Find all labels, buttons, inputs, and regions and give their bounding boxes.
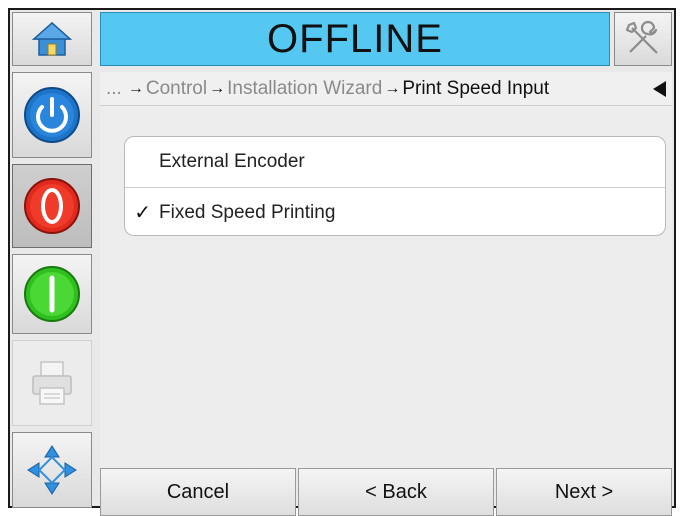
tools-icon	[625, 20, 658, 54]
check-mark-icon: ✓	[134, 202, 151, 224]
back-button-label: < Back	[365, 480, 427, 503]
breadcrumb: ... → Control → Installation Wizard → Pr…	[100, 72, 672, 106]
option-label: External Encoder	[159, 151, 305, 172]
printer-icon	[32, 361, 72, 405]
breadcrumb-back-arrow-icon[interactable]	[653, 81, 666, 97]
cancel-button-label: Cancel	[166, 480, 230, 503]
print-button[interactable]	[12, 340, 92, 426]
breadcrumb-item-control[interactable]: Control	[146, 78, 207, 100]
breadcrumb-item-installation-wizard[interactable]: Installation Wizard	[227, 78, 382, 100]
option-external-encoder[interactable]: External Encoder	[125, 137, 665, 187]
breadcrumb-arrow: →	[127, 79, 144, 97]
home-icon	[32, 21, 72, 56]
next-button[interactable]: Next >	[496, 468, 672, 516]
breadcrumb-arrow: →	[209, 79, 226, 97]
option-fixed-speed-printing[interactable]: ✓ Fixed Speed Printing	[125, 187, 665, 235]
breadcrumb-arrow: →	[384, 79, 401, 97]
option-label: Fixed Speed Printing	[159, 201, 336, 223]
cancel-button[interactable]: Cancel	[100, 468, 296, 516]
home-button[interactable]	[12, 12, 92, 66]
start-button[interactable]	[12, 254, 92, 334]
navigation-arrows-icon	[27, 445, 77, 495]
stop-button[interactable]	[12, 164, 92, 248]
tools-button[interactable]	[614, 12, 672, 66]
next-button-label: Next >	[554, 480, 614, 503]
breadcrumb-item-current: Print Speed Input	[402, 77, 550, 99]
status-text: OFFLINE	[267, 16, 443, 61]
stop-icon	[24, 178, 80, 234]
start-icon	[24, 266, 80, 322]
power-button[interactable]	[12, 72, 92, 158]
content-area: External Encoder ✓ Fixed Speed Printing	[100, 106, 672, 468]
back-button[interactable]: < Back	[298, 468, 494, 516]
print-speed-options-list: External Encoder ✓ Fixed Speed Printing	[124, 136, 666, 236]
navigation-button[interactable]	[12, 432, 92, 508]
power-icon	[24, 87, 80, 143]
status-bar: OFFLINE	[100, 12, 610, 66]
breadcrumb-ellipsis: ...	[106, 77, 122, 99]
